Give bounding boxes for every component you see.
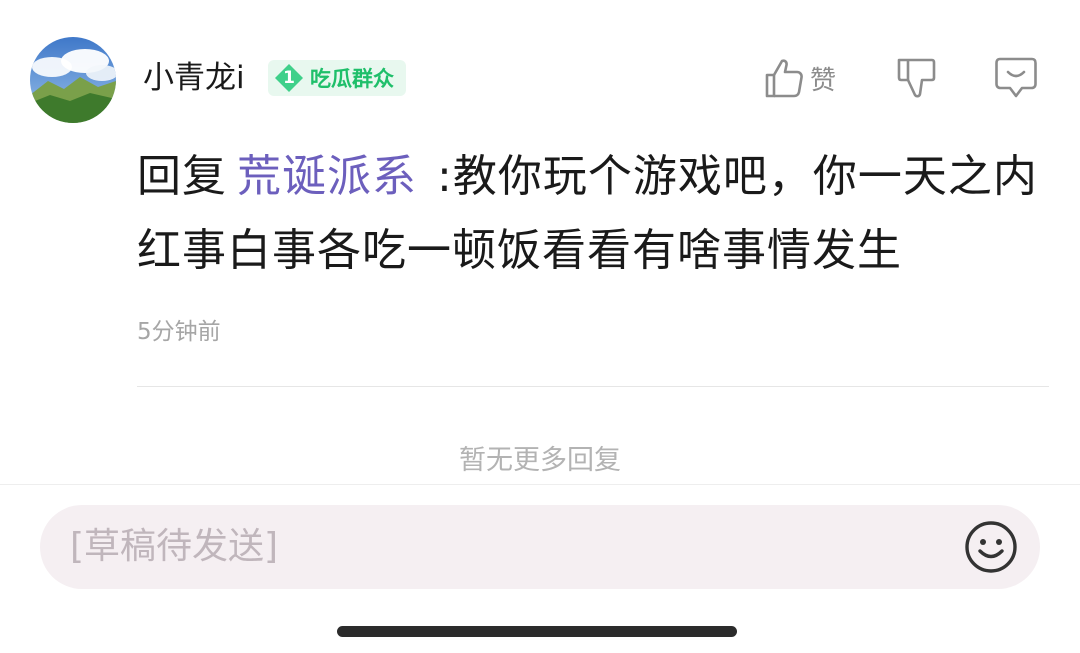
- comment-icon: [995, 57, 1037, 98]
- reply-input[interactable]: [草稿待发送]: [40, 505, 1040, 589]
- level-icon: 1: [274, 63, 304, 93]
- avatar-image: [30, 37, 116, 123]
- level-number: 1: [283, 68, 295, 88]
- comment-time: 5分钟前: [137, 319, 221, 345]
- smiley-icon: [965, 521, 1017, 573]
- input-divider: [0, 484, 1080, 485]
- like-label: 赞: [810, 65, 837, 96]
- like-button[interactable]: 赞: [764, 55, 836, 101]
- reply-prefix: 回复: [137, 151, 227, 202]
- comment-text: 回复 荒诞派系:教你玩个游戏吧，你一天之内红事白事各吃一顿饭看看有啥事情发生: [137, 140, 1057, 288]
- mention-link[interactable]: 荒诞派系: [237, 151, 417, 202]
- user-level-badge: 1 吃瓜群众: [268, 60, 406, 96]
- reply-detail-page: 小青龙i 1 吃瓜群众 赞 回复 荒诞派系:教你玩个游戏吧，你一天之内红事白事各吃: [0, 0, 1080, 653]
- no-more-replies: 暂无更多回复: [459, 445, 621, 476]
- reply-button[interactable]: [994, 55, 1038, 101]
- thumbs-down-icon: [897, 58, 936, 98]
- emoji-button[interactable]: [962, 518, 1020, 576]
- divider: [137, 386, 1049, 387]
- input-placeholder: [草稿待发送]: [70, 526, 279, 567]
- home-indicator: [337, 626, 737, 637]
- avatar[interactable]: [30, 37, 116, 123]
- badge-title: 吃瓜群众: [310, 67, 394, 91]
- username[interactable]: 小青龙i: [143, 56, 245, 100]
- dislike-button[interactable]: [895, 55, 937, 101]
- thumbs-up-icon: [765, 59, 803, 98]
